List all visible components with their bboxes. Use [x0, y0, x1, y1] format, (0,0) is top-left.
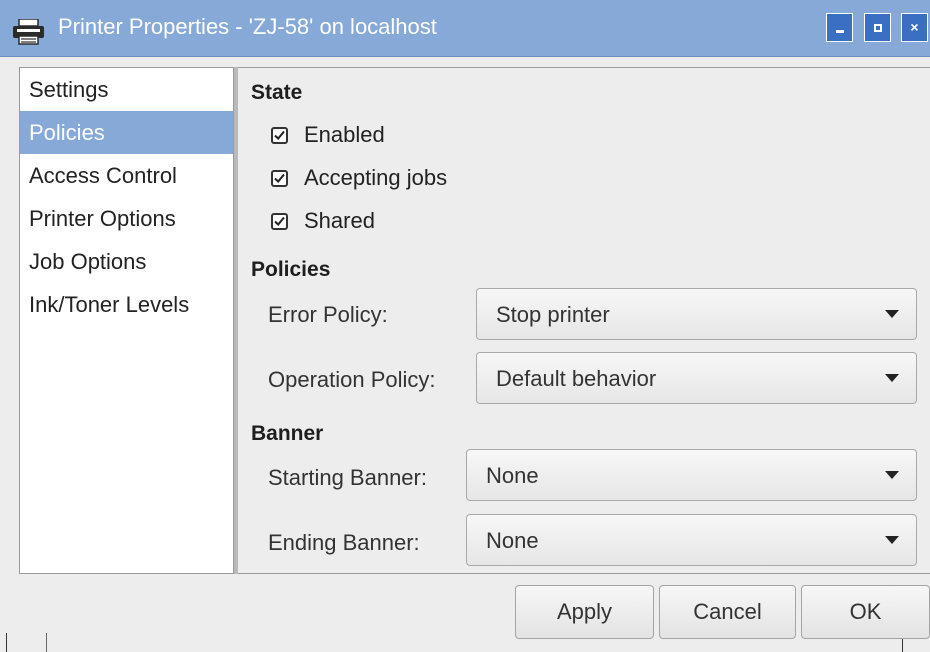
ok-button[interactable]: OK [801, 585, 930, 639]
banner-heading: Banner [251, 422, 324, 445]
bottom-divider [46, 633, 47, 652]
sidebar-item-label: Policies [29, 120, 105, 145]
sidebar-item-label: Access Control [29, 163, 177, 188]
enabled-label: Enabled [304, 122, 385, 147]
minimize-icon [836, 30, 844, 33]
checkmark-icon [274, 216, 285, 226]
error-policy-label: Error Policy: [268, 302, 388, 327]
operation-policy-value: Default behavior [496, 366, 657, 391]
policies-heading: Policies [251, 258, 331, 281]
sidebar-item-label: Settings [29, 77, 109, 102]
sidebar: Settings Policies Access Control Printer… [19, 67, 234, 574]
maximize-button[interactable] [864, 13, 891, 42]
dropdown-arrow-icon [885, 536, 899, 544]
starting-banner-label: Starting Banner: [268, 465, 427, 490]
sidebar-item-policies[interactable]: Policies [20, 111, 233, 154]
sidebar-item-printer-options[interactable]: Printer Options [20, 197, 233, 240]
state-heading: State [251, 81, 303, 104]
apply-button[interactable]: Apply [515, 585, 654, 639]
starting-banner-dropdown[interactable]: None [466, 449, 917, 501]
error-policy-value: Stop printer [496, 302, 610, 327]
ending-banner-label: Ending Banner: [268, 530, 420, 555]
title-bar[interactable]: Printer Properties - 'ZJ-58' on localhos… [0, 0, 930, 57]
ending-banner-dropdown[interactable]: None [466, 514, 917, 566]
sidebar-item-access-control[interactable]: Access Control [20, 154, 233, 197]
sidebar-item-settings[interactable]: Settings [20, 68, 233, 111]
operation-policy-dropdown[interactable]: Default behavior [476, 352, 917, 404]
window-title: Printer Properties - 'ZJ-58' on localhos… [58, 14, 437, 39]
sidebar-item-ink-toner-levels[interactable]: Ink/Toner Levels [20, 283, 233, 326]
close-icon: × [910, 19, 919, 35]
ending-banner-value: None [486, 528, 539, 553]
shared-label: Shared [304, 208, 375, 233]
operation-policy-label: Operation Policy: [268, 367, 436, 392]
close-button[interactable]: × [901, 13, 928, 42]
sidebar-item-label: Ink/Toner Levels [29, 292, 190, 317]
dropdown-arrow-icon [885, 374, 899, 382]
shared-checkbox[interactable] [271, 213, 288, 230]
dropdown-arrow-icon [885, 471, 899, 479]
bottom-divider [6, 633, 7, 652]
accepting-jobs-label: Accepting jobs [304, 165, 448, 190]
sidebar-item-label: Printer Options [29, 206, 176, 231]
cancel-button[interactable]: Cancel [659, 585, 796, 639]
dropdown-arrow-icon [885, 310, 899, 318]
error-policy-dropdown[interactable]: Stop printer [476, 288, 917, 340]
minimize-button[interactable] [826, 13, 853, 42]
checkmark-icon [274, 130, 285, 140]
maximize-icon [874, 24, 882, 32]
starting-banner-value: None [486, 463, 539, 488]
printer-icon [13, 19, 44, 45]
checkmark-icon [274, 173, 285, 183]
printer-properties-window: Printer Properties - 'ZJ-58' on localhos… [0, 0, 930, 652]
enabled-checkbox[interactable] [271, 127, 288, 144]
accepting-jobs-checkbox[interactable] [271, 170, 288, 187]
sidebar-item-job-options[interactable]: Job Options [20, 240, 233, 283]
sidebar-item-label: Job Options [29, 249, 147, 274]
